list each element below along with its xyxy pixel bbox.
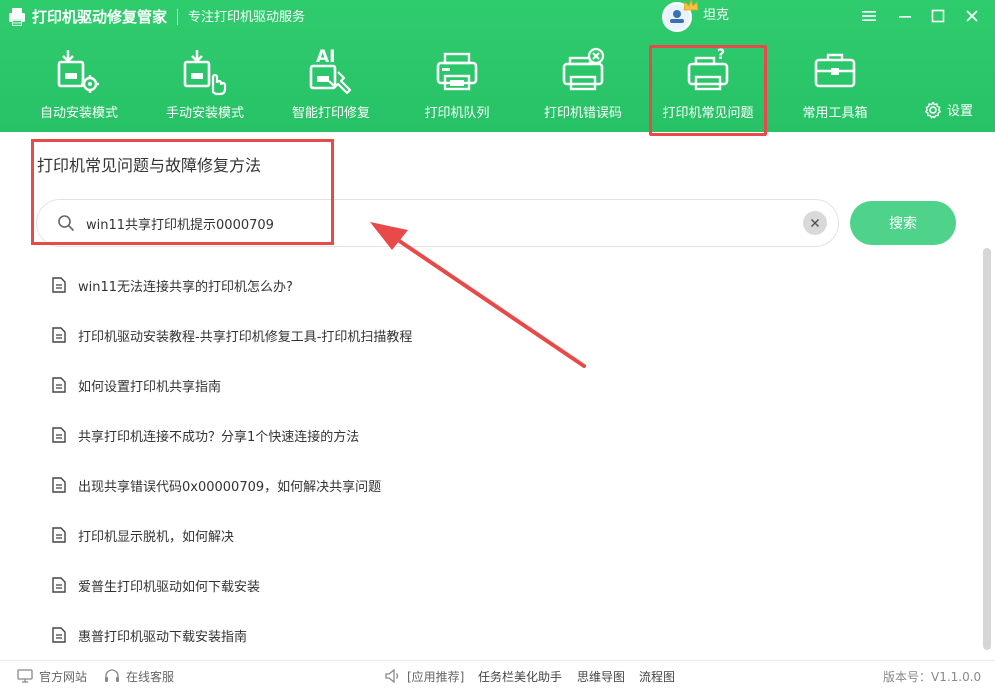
footer-link-taskbar[interactable]: 任务栏美化助手: [478, 668, 562, 684]
faq-title: 共享打印机连接不成功？分享1个快速连接的方法: [78, 429, 360, 445]
document-icon: [52, 527, 66, 543]
list-item[interactable]: 爱普生打印机驱动如何下载安装: [52, 575, 260, 595]
list-item[interactable]: 出现共享错误代码0x00000709，如何解决共享问题: [52, 475, 381, 495]
monitor-icon: [17, 669, 33, 683]
website-link[interactable]: 官方网站: [17, 668, 87, 684]
list-item[interactable]: 如何设置打印机共享指南: [52, 375, 221, 395]
nav-label: 手动安装模式: [165, 106, 244, 121]
manual-install-icon: [183, 50, 227, 96]
nav-ai-repair[interactable]: AI 智能打印修复: [282, 40, 380, 132]
document-icon: [52, 577, 66, 593]
speaker-icon: [385, 669, 399, 683]
printer-queue-icon: [436, 52, 478, 91]
minimize-button[interactable]: [894, 6, 916, 26]
faq-title: 打印机显示脱机，如何解决: [78, 529, 235, 545]
username[interactable]: 坦克: [703, 6, 729, 26]
printer-logo-icon: [9, 8, 25, 26]
list-item[interactable]: 打印机显示脱机，如何解决: [52, 525, 234, 545]
support-link[interactable]: 在线客服: [104, 668, 174, 684]
gear-icon: [925, 101, 941, 118]
faq-title: 惠普打印机驱动下载安装指南: [78, 629, 248, 645]
search-button[interactable]: 搜索: [850, 201, 956, 245]
faq-title: 出现共享错误代码0x00000709，如何解决共享问题: [78, 479, 382, 495]
settings-label: 设置: [947, 104, 974, 119]
footer-link-flowchart[interactable]: 流程图: [639, 668, 675, 684]
nav-label: 常用工具箱: [802, 106, 868, 121]
document-icon: [52, 277, 66, 293]
nav-label: 打印机错误码: [543, 106, 622, 121]
nav-printer-queue[interactable]: 打印机队列: [408, 40, 506, 132]
nav-toolbox[interactable]: 常用工具箱: [786, 40, 884, 132]
clear-search-button[interactable]: [803, 211, 827, 235]
title-highlight-box: [31, 139, 334, 245]
nav-label: 打印机队列: [424, 106, 490, 121]
recommend-label-wrap: [应用推荐]: [385, 668, 464, 684]
ai-repair-icon: AI: [309, 47, 352, 95]
nav-auto-install[interactable]: 自动安装模式: [30, 40, 128, 132]
document-icon: [52, 327, 66, 343]
minimize-icon: [899, 16, 911, 18]
document-icon: [52, 427, 66, 443]
faq-title: 打印机驱动安装教程-共享打印机修复工具-打印机扫描教程: [78, 329, 413, 345]
close-icon: [810, 218, 820, 228]
faq-title: 爱普生打印机驱动如何下载安装: [78, 579, 261, 595]
list-item[interactable]: 打印机驱动安装教程-共享打印机修复工具-打印机扫描教程: [52, 325, 412, 345]
list-item[interactable]: win11无法连接共享的打印机怎么办?: [52, 275, 293, 295]
nav-label: 自动安装模式: [39, 106, 118, 121]
list-item[interactable]: 惠普打印机驱动下载安装指南: [52, 625, 247, 645]
app-header: 打印机驱动修复管家 专注打印机驱动服务 坦克 自动安装模式 手动安装模式 AI …: [0, 0, 995, 132]
svg-text:AI: AI: [316, 47, 335, 67]
close-icon: [966, 10, 978, 22]
version-text: 版本号：V1.1.0.0: [883, 669, 982, 684]
app-title: 打印机驱动修复管家: [32, 8, 168, 26]
recommend-label: [应用推荐]: [407, 669, 465, 684]
toolbox-icon: [814, 53, 856, 88]
app-subtitle: 专注打印机驱动服务: [188, 10, 306, 25]
nav-highlight-box: [649, 45, 767, 136]
crown-icon: [683, 0, 699, 11]
maximize-icon: [931, 9, 945, 23]
menu-button[interactable]: [858, 6, 880, 26]
nav-printer-error[interactable]: 打印机错误码: [534, 40, 632, 132]
website-label: 官方网站: [39, 669, 88, 684]
nav-manual-install[interactable]: 手动安装模式: [156, 40, 254, 132]
faq-title: win11无法连接共享的打印机怎么办?: [78, 279, 293, 295]
document-icon: [52, 377, 66, 393]
support-label: 在线客服: [126, 669, 175, 684]
document-icon: [52, 627, 66, 643]
list-item[interactable]: 共享打印机连接不成功？分享1个快速连接的方法: [52, 425, 359, 445]
headset-icon: [105, 668, 119, 682]
scrollbar[interactable]: [983, 248, 991, 650]
footer-link-mindmap[interactable]: 思维导图: [577, 668, 625, 684]
title-divider: [177, 9, 178, 25]
auto-install-icon: [57, 50, 99, 93]
printer-error-icon: [562, 47, 605, 91]
settings-button[interactable]: 设置: [924, 100, 973, 119]
faq-title: 如何设置打印机共享指南: [78, 379, 222, 395]
maximize-button[interactable]: [927, 6, 949, 26]
nav-label: 智能打印修复: [291, 106, 370, 121]
close-button[interactable]: [961, 6, 983, 26]
hamburger-icon: [862, 11, 876, 21]
document-icon: [52, 477, 66, 493]
